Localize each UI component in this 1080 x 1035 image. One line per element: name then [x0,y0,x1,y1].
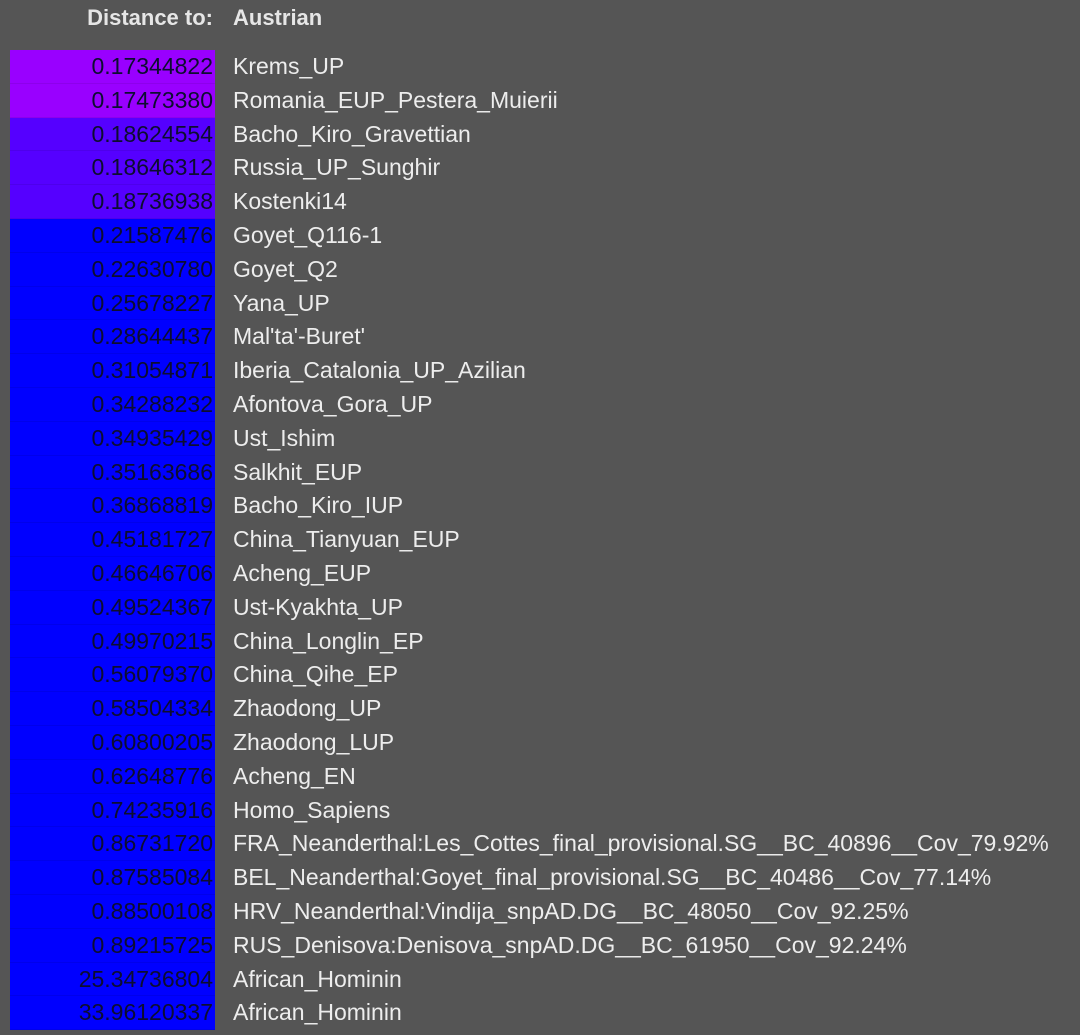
distance-value: 0.62648776 [10,759,215,794]
distance-value: 0.74235916 [10,793,215,828]
population-name: China_Longlin_EP [233,627,424,654]
distance-value: 0.88500108 [10,894,215,929]
population-name: Acheng_EUP [233,559,372,586]
result-row: 0.34935429 Ust_Ishim [0,421,1080,456]
distance-results-page: Distance to: Austrian 0.17344822 Krems_UP… [0,0,1080,1035]
population-name: Acheng_EN [233,762,356,789]
population-name: China_Tianyuan_EUP [233,526,460,553]
result-row: 0.60800205 Zhaodong_LUP [0,725,1080,760]
distance-value: 0.21587476 [10,218,215,253]
distance-value: 0.60800205 [10,725,215,760]
result-row: 0.17344822 Krems_UP [0,50,1080,84]
result-row: 0.89215725 RUS_Denisova:Denisova_snpAD.DG… [0,928,1080,963]
result-row: 0.45181727 China_Tianyuan_EUP [0,523,1080,557]
population-name: Mal'ta'-Buret' [233,323,366,350]
population-name: Homo_Sapiens [233,796,391,823]
distance-value: 0.17344822 [10,50,215,84]
result-row: 0.58504334 Zhaodong_UP [0,692,1080,726]
distance-value: 0.18646312 [10,151,215,186]
result-row: 0.31054871 Iberia_Catalonia_UP_Azilian [0,354,1080,388]
population-name: Afontova_Gora_UP [233,390,433,417]
population-name: Yana_UP [233,289,330,316]
distance-value: 0.18736938 [10,185,215,219]
population-name: African_Hominin [233,999,402,1026]
population-name: Ust-Kyakhta_UP [233,593,404,620]
population-name: Russia_UP_Sunghir [233,154,441,181]
distance-value: 0.31054871 [10,354,215,388]
population-name: RUS_Denisova:Denisova_snpAD.DG__BC_61950… [233,931,907,958]
result-row: 0.21587476 Goyet_Q116-1 [0,218,1080,253]
result-row: 0.17473380 Romania_EUP_Pestera_Muierii [0,83,1080,118]
distance-value: 33.96120337 [10,996,215,1031]
result-row: 0.74235916 Homo_Sapiens [0,793,1080,828]
distance-value: 0.49970215 [10,624,215,659]
distance-value: 0.45181727 [10,523,215,557]
distance-value: 0.56079370 [10,658,215,693]
distance-value: 0.46646706 [10,556,215,591]
population-name: Bacho_Kiro_IUP [233,492,404,519]
population-name: Goyet_Q2 [233,255,338,282]
distance-value: 0.35163686 [10,455,215,490]
results-header: Distance to: Austrian [0,0,1080,36]
distance-value: 0.49524367 [10,590,215,625]
population-name: African_Hominin [233,965,402,992]
population-name: FRA_Neanderthal:Les_Cottes_final_provisi… [233,830,1049,857]
distance-value: 0.17473380 [10,83,215,118]
distance-value: 0.34935429 [10,421,215,456]
population-name: HRV_Neanderthal:Vindija_snpAD.DG__BC_480… [233,897,909,924]
distance-results-list: 0.17344822 Krems_UP 0.17473380 Romania_EUP_… [0,50,1080,1031]
result-row: 0.46646706 Acheng_EUP [0,556,1080,591]
result-row: 0.56079370 China_Qihe_EP [0,658,1080,693]
distance-to-label: Distance to: [87,5,213,30]
distance-value: 0.25678227 [10,286,215,321]
population-name: Salkhit_EUP [233,458,363,485]
distance-value: 0.89215725 [10,928,215,963]
result-row: 0.62648776 Acheng_EN [0,759,1080,794]
distance-value: 0.86731720 [10,827,215,862]
population-name: BEL_Neanderthal:Goyet_final_provisional.… [233,864,992,891]
population-name: Goyet_Q116-1 [233,221,383,248]
result-row: 0.18736938 Kostenki14 [0,185,1080,219]
population-name: Zhaodong_UP [233,695,382,722]
population-name: Romania_EUP_Pestera_Muierii [233,86,558,113]
population-name: Iberia_Catalonia_UP_Azilian [233,357,526,384]
result-row: 0.18646312 Russia_UP_Sunghir [0,151,1080,186]
distance-value: 0.36868819 [10,489,215,524]
population-name: Kostenki14 [233,188,347,215]
distance-value: 0.34288232 [10,387,215,422]
result-row: 25.34736804 African_Hominin [0,962,1080,997]
result-row: 0.34288232 Afontova_Gora_UP [0,387,1080,422]
result-row: 0.86731720 FRA_Neanderthal:Les_Cottes_fin… [0,827,1080,862]
distance-value: 25.34736804 [10,962,215,997]
result-row: 0.49524367 Ust-Kyakhta_UP [0,590,1080,625]
result-row: 0.25678227 Yana_UP [0,286,1080,321]
result-row: 0.49970215 China_Longlin_EP [0,624,1080,659]
result-row: 0.35163686 Salkhit_EUP [0,455,1080,490]
result-row: 0.22630780 Goyet_Q2 [0,252,1080,287]
distance-value: 0.87585084 [10,861,215,895]
population-name: Krems_UP [233,53,345,79]
result-row: 0.87585084 BEL_Neanderthal:Goyet_final_pr… [0,861,1080,895]
result-row: 0.18624554 Bacho_Kiro_Gravettian [0,117,1080,152]
population-name: Zhaodong_LUP [233,728,395,755]
distance-value: 0.18624554 [10,117,215,152]
population-name: China_Qihe_EP [233,661,398,688]
distance-value: 0.58504334 [10,692,215,726]
result-row: 33.96120337 African_Hominin [0,996,1080,1031]
population-name: Ust_Ishim [233,424,336,451]
distance-value: 0.22630780 [10,252,215,287]
result-row: 0.28644437 Mal'ta'-Buret' [0,320,1080,355]
result-row: 0.36868819 Bacho_Kiro_IUP [0,489,1080,524]
population-name: Bacho_Kiro_Gravettian [233,120,471,147]
distance-value: 0.28644437 [10,320,215,355]
target-population-name: Austrian [233,5,323,30]
result-row: 0.88500108 HRV_Neanderthal:Vindija_snpAD.… [0,894,1080,929]
